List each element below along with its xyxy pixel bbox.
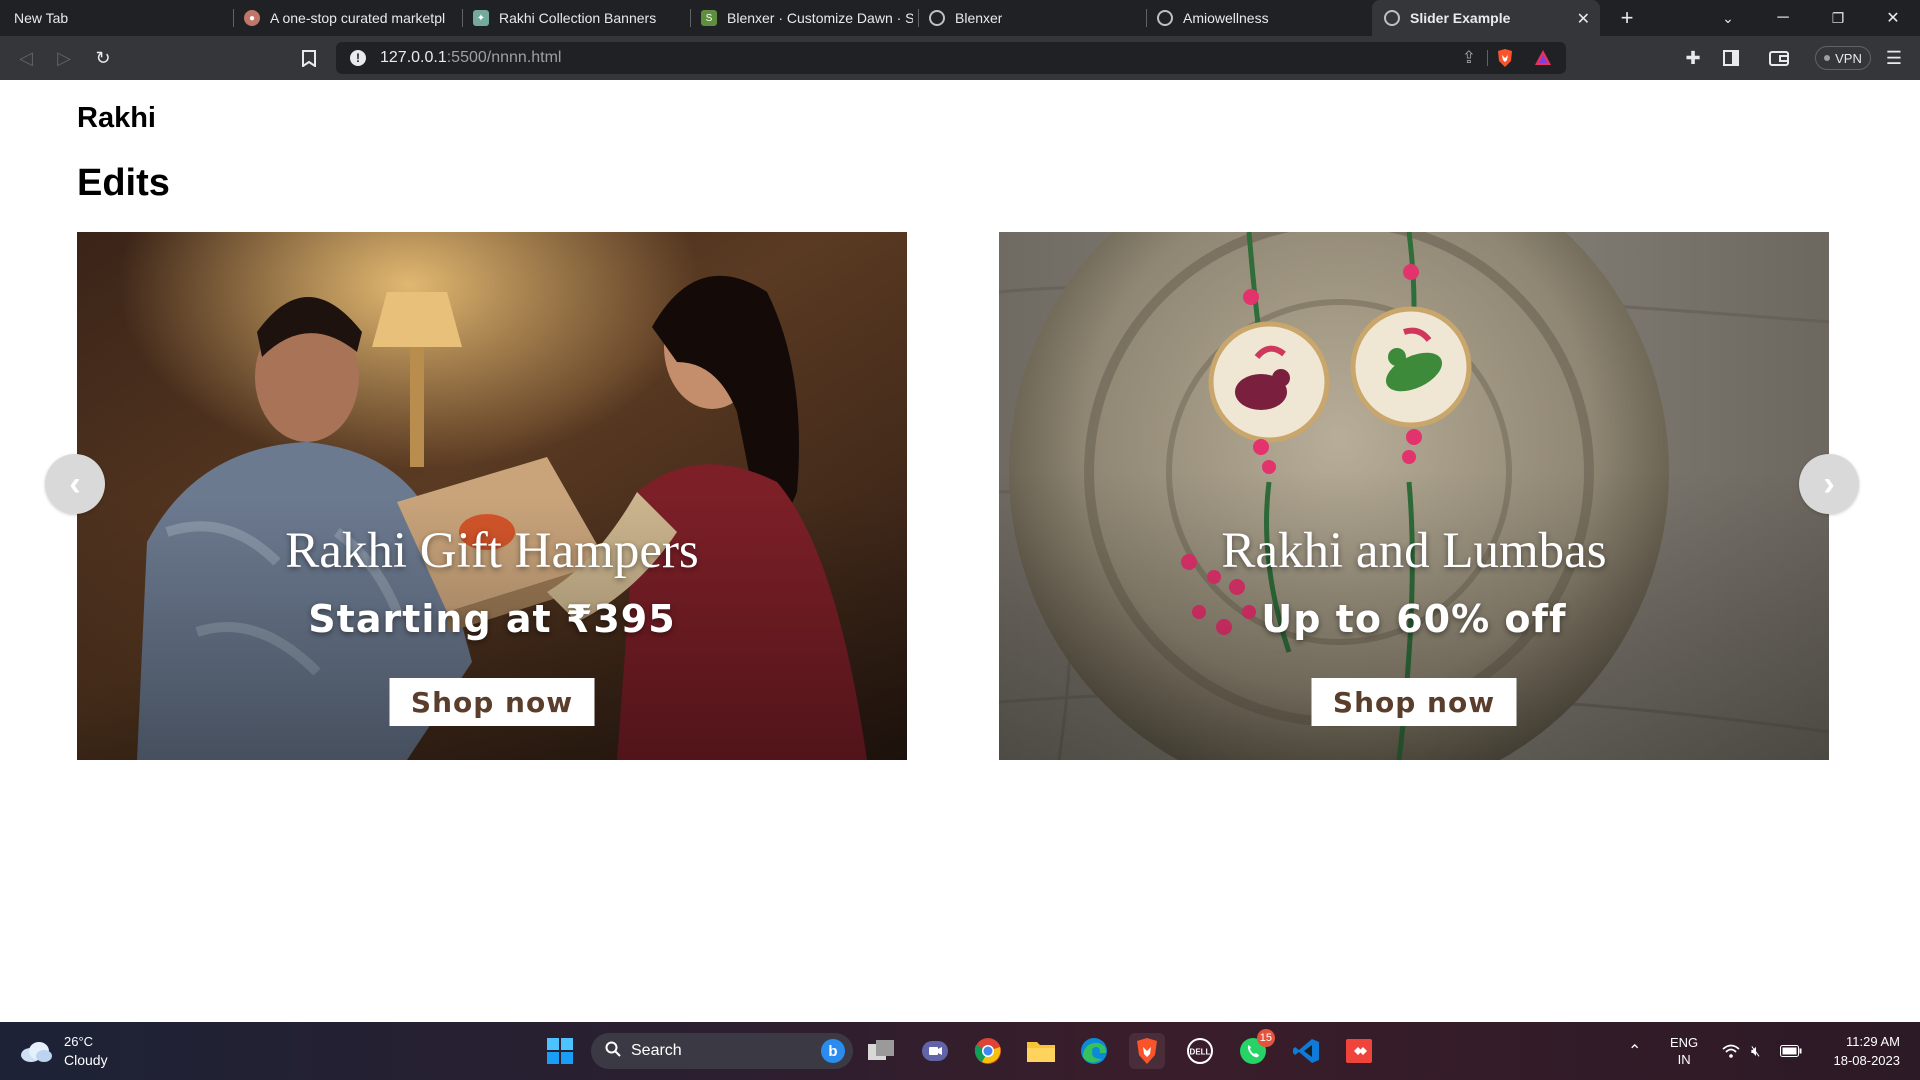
- chevron-right-icon: ›: [1823, 464, 1835, 503]
- vscode-icon[interactable]: [1288, 1033, 1324, 1069]
- browser-toolbar: ◁ ▷ ↻ ! 127.0.0.1:5500/nnnn.html ⇪ ✚ VPN…: [0, 36, 1920, 80]
- bing-icon[interactable]: b: [821, 1039, 845, 1063]
- url-host: 127.0.0.1: [380, 49, 447, 66]
- tab-slider-example[interactable]: Slider Example ✕: [1372, 0, 1600, 36]
- tab-marketplace[interactable]: ● A one-stop curated marketpl: [234, 0, 456, 36]
- browser-tab-strip: New Tab ● A one-stop curated marketpl ✦ …: [0, 0, 1920, 36]
- notification-badge: 15: [1256, 1029, 1275, 1047]
- tab-search-chevron-icon[interactable]: ⌄: [1705, 0, 1751, 36]
- teams-chat-icon[interactable]: [917, 1033, 953, 1069]
- tab-new-tab[interactable]: New Tab: [0, 0, 232, 36]
- close-tab-icon[interactable]: ✕: [1577, 9, 1590, 29]
- windows-start-icon[interactable]: [542, 1033, 578, 1069]
- task-view-icon[interactable]: [864, 1033, 900, 1069]
- weather-temp: 26°C: [64, 1034, 94, 1049]
- search-icon: [605, 1041, 621, 1062]
- slide-heading: Rakhi Gift Hampers: [285, 523, 699, 579]
- tab-rakhi-banners[interactable]: ✦ Rakhi Collection Banners: [463, 0, 685, 36]
- tab-title: Blenxer: [955, 10, 1003, 26]
- language-indicator[interactable]: ENG IN: [1670, 1022, 1698, 1080]
- weather-desc: Cloudy: [64, 1052, 108, 1068]
- wifi-icon[interactable]: [1722, 1022, 1740, 1080]
- site-info-icon[interactable]: !: [350, 50, 366, 66]
- globe-icon: [929, 10, 945, 26]
- marketplace-icon: ●: [244, 10, 260, 26]
- globe-icon: [1157, 10, 1173, 26]
- brave-shield-icon[interactable]: [1496, 48, 1514, 73]
- battery-icon[interactable]: [1780, 1022, 1802, 1080]
- chevron-left-icon: ‹: [69, 464, 81, 503]
- restore-button[interactable]: ❐: [1815, 0, 1861, 36]
- clock-date: 18-08-2023: [1833, 1053, 1901, 1068]
- shop-now-button[interactable]: Shop now: [389, 678, 595, 726]
- reload-icon[interactable]: ↻: [89, 44, 117, 72]
- shop-now-button[interactable]: Shop now: [1311, 678, 1517, 726]
- share-icon[interactable]: ⇪: [1462, 48, 1476, 68]
- search-label: Search: [631, 1042, 682, 1059]
- weather-widget[interactable]: 26°C Cloudy: [20, 1032, 108, 1070]
- volume-muted-icon[interactable]: 🔇︎: [1751, 1022, 1760, 1080]
- chatgpt-icon: ✦: [473, 10, 489, 26]
- close-window-button[interactable]: ✕: [1870, 0, 1916, 36]
- page-content: Rakhi Edits Rakhi Gift Hampers Starting …: [0, 80, 1920, 1022]
- extensions-icon[interactable]: ✚: [1679, 44, 1707, 72]
- chrome-icon[interactable]: [970, 1033, 1006, 1069]
- taskbar-search[interactable]: Search b: [591, 1033, 853, 1069]
- windows-taskbar: 26°C Cloudy Search b DELL 15 ⌃ ENG IN 🔇︎…: [0, 1022, 1920, 1080]
- tab-blenxer-customize[interactable]: S Blenxer · Customize Dawn · S: [691, 0, 913, 36]
- slide-rakhi-lumbas[interactable]: Rakhi and Lumbas Up to 60% off Shop now: [999, 232, 1829, 760]
- slider-next-arrow[interactable]: ›: [1799, 454, 1859, 514]
- slide-gift-hampers[interactable]: Rakhi Gift Hampers Starting at ₹395 Shop…: [77, 232, 907, 760]
- clock[interactable]: 11:29 AM 18-08-2023: [1820, 1022, 1901, 1080]
- show-hidden-icons-chevron-icon[interactable]: ⌃: [1628, 1022, 1641, 1080]
- clock-time: 11:29 AM: [1846, 1034, 1900, 1049]
- tab-amiowellness[interactable]: Amiowellness: [1147, 0, 1369, 36]
- tab-title: New Tab: [14, 10, 69, 26]
- url-path: :5500/nnnn.html: [446, 49, 562, 66]
- brand-heading: Rakhi: [77, 102, 156, 134]
- brave-rewards-icon[interactable]: [1534, 49, 1552, 71]
- slide-subheading: Up to 60% off: [1261, 597, 1567, 641]
- lang-bottom: IN: [1677, 1052, 1691, 1067]
- lang-top: ENG: [1670, 1035, 1699, 1050]
- forward-icon[interactable]: ▷: [50, 44, 78, 72]
- sidebar-icon[interactable]: [1717, 44, 1745, 72]
- new-tab-button[interactable]: +: [1604, 0, 1650, 36]
- tab-title: Blenxer · Customize Dawn · S: [727, 10, 913, 26]
- shopify-icon: S: [701, 10, 717, 26]
- address-bar[interactable]: ! 127.0.0.1:5500/nnnn.html ⇪: [336, 42, 1566, 74]
- anydesk-icon[interactable]: [1341, 1033, 1377, 1069]
- file-explorer-icon[interactable]: [1023, 1033, 1059, 1069]
- wallet-icon[interactable]: [1765, 44, 1793, 72]
- tab-blenxer[interactable]: Blenxer: [919, 0, 1141, 36]
- slide-heading: Rakhi and Lumbas: [1221, 523, 1607, 579]
- dell-icon[interactable]: DELL: [1182, 1033, 1218, 1069]
- minimize-button[interactable]: ─: [1760, 0, 1806, 36]
- menu-icon[interactable]: ☰: [1880, 44, 1908, 72]
- vpn-button[interactable]: VPN: [1815, 46, 1871, 70]
- globe-icon: [1384, 10, 1400, 26]
- edge-icon[interactable]: [1076, 1033, 1112, 1069]
- svg-text:DELL: DELL: [1190, 1048, 1211, 1057]
- slider-prev-arrow[interactable]: ‹: [45, 454, 105, 514]
- section-title: Edits: [77, 162, 170, 204]
- whatsapp-icon[interactable]: 15: [1235, 1029, 1275, 1069]
- bookmark-icon[interactable]: [295, 44, 323, 72]
- vpn-status-dot: [1824, 55, 1831, 61]
- tab-title: Rakhi Collection Banners: [499, 10, 657, 26]
- slide-subheading: Starting at ₹395: [308, 597, 676, 641]
- tab-title: Amiowellness: [1183, 10, 1269, 26]
- vpn-label: VPN: [1835, 50, 1862, 66]
- brave-taskbar-icon[interactable]: [1129, 1033, 1165, 1069]
- tab-title: A one-stop curated marketpl: [270, 10, 446, 26]
- tab-title: Slider Example: [1410, 10, 1511, 26]
- cloud-icon: [20, 1041, 52, 1062]
- back-icon[interactable]: ◁: [12, 44, 40, 72]
